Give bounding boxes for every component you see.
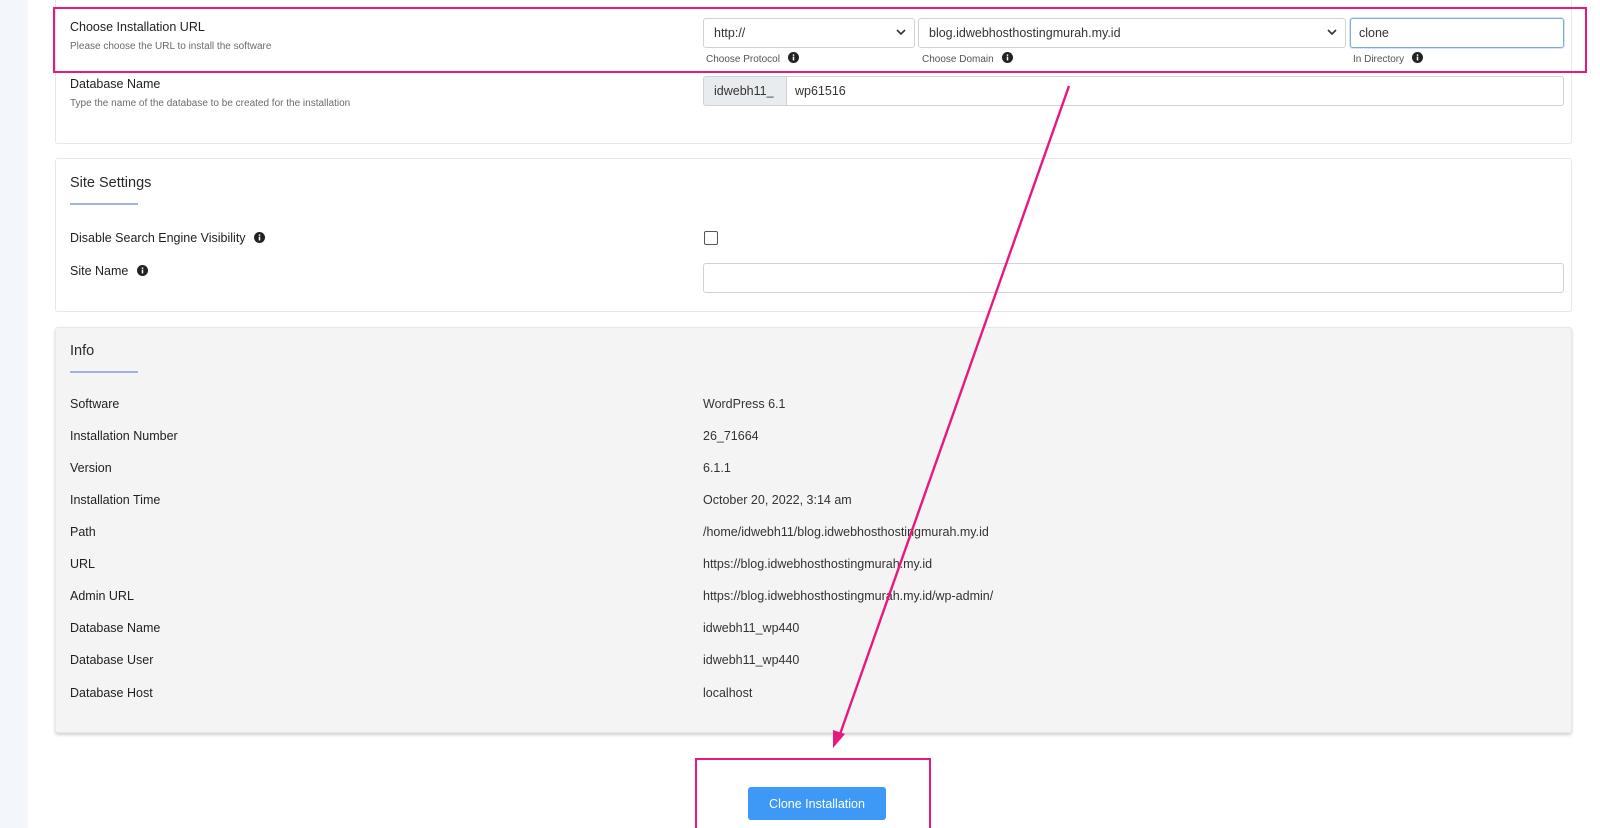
disable-search-label-text: Disable Search Engine Visibility xyxy=(70,231,246,245)
info-row-value: https://blog.idwebhosthostingmurah.my.id… xyxy=(703,589,994,603)
clone-installation-button[interactable]: Clone Installation xyxy=(748,787,886,820)
database-name-input[interactable]: wp61516 xyxy=(786,76,1564,106)
info-row-label: Database Host xyxy=(70,686,153,700)
info-row-value: 6.1.1 xyxy=(703,461,731,475)
info-row-value: WordPress 6.1 xyxy=(703,397,786,411)
info-row-value: https://blog.idwebhosthostingmurah.my.id xyxy=(703,557,933,571)
info-row-label: Database Name xyxy=(70,621,161,635)
site-settings-underline xyxy=(70,203,138,205)
info-row-value: /home/idwebh11/blog.idwebhosthostingmura… xyxy=(703,525,989,539)
database-name-description: Type the name of the database to be crea… xyxy=(70,98,351,109)
site-name-input[interactable] xyxy=(703,263,1564,293)
info-row-value: October 20, 2022, 3:14 am xyxy=(703,493,852,507)
info-icon[interactable] xyxy=(136,265,148,276)
info-row-label: Installation Number xyxy=(70,429,178,443)
disable-search-label: Disable Search Engine Visibility xyxy=(70,231,266,245)
site-name-label-text: Site Name xyxy=(70,264,129,278)
info-row-value: idwebh11_wp440 xyxy=(703,653,800,667)
disable-search-checkbox[interactable] xyxy=(704,231,718,245)
database-prefix: idwebh11_ xyxy=(703,76,787,106)
info-row-label: Version xyxy=(70,461,112,475)
info-row-label: Software xyxy=(70,397,120,411)
left-sidebar-strip xyxy=(0,0,28,828)
info-icon[interactable] xyxy=(254,232,266,243)
database-name-label: Database Name xyxy=(70,77,161,91)
info-row-label: Path xyxy=(70,525,96,539)
site-settings-title: Site Settings xyxy=(70,175,152,191)
info-row-label: Database User xyxy=(70,653,154,667)
highlight-install-url xyxy=(53,7,1587,73)
info-underline xyxy=(70,371,138,373)
info-row-label: Installation Time xyxy=(70,493,161,507)
info-row-value: idwebh11_wp440 xyxy=(703,621,800,635)
site-name-label: Site Name xyxy=(70,264,148,278)
info-title: Info xyxy=(70,343,95,359)
info-row-label: Admin URL xyxy=(70,589,134,603)
info-row-label: URL xyxy=(70,557,96,571)
info-row-value: 26_71664 xyxy=(703,429,759,443)
info-row-value: localhost xyxy=(703,686,753,700)
